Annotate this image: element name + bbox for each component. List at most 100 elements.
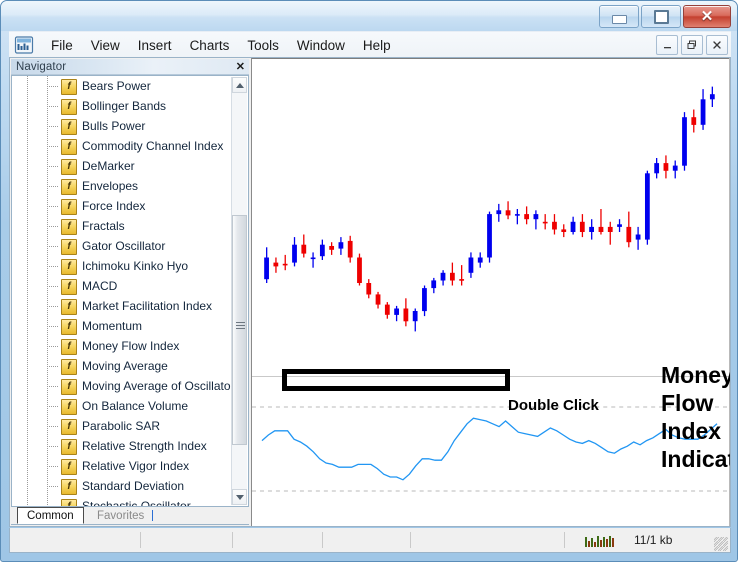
mdi-restore-button[interactable] [681,35,703,55]
nav-item-moving-average-of-oscillato[interactable]: f Moving Average of Oscillato [12,376,248,396]
tree-elbow-icon [47,426,59,427]
traffic-bar [603,537,605,547]
navigator-scrollbar[interactable] [231,77,247,505]
nav-item-bulls-power[interactable]: f Bulls Power [12,116,248,136]
annotation-indicator-title: Money Flow Index Indicator [661,361,730,473]
nav-item-envelopes[interactable]: f Envelopes [12,176,248,196]
nav-item-stochastic-oscillator[interactable]: f Stochastic Oscillator [12,496,248,506]
nav-item-money-flow-index[interactable]: f Money Flow Index [12,336,248,356]
nav-item-label: Market Facilitation Index [82,299,213,313]
window-maximize-button[interactable] [641,5,681,28]
fx-function-icon: f [61,119,77,135]
tab-favorites[interactable]: Favorites [87,507,154,524]
nav-item-moving-average[interactable]: f Moving Average [12,356,248,376]
nav-item-label: Money Flow Index [82,339,180,353]
resize-grip-icon[interactable] [714,537,728,551]
navigator-panel: Navigator ✕ f Bears Power f Bollinger Bands… [10,58,250,526]
nav-item-macd[interactable]: f MACD [12,276,248,296]
scrollbar-grip-icon [236,322,245,329]
menu-item-charts[interactable]: Charts [181,36,239,55]
menu-item-tools[interactable]: Tools [238,36,288,55]
nav-item-label: Relative Strength Index [82,439,207,453]
tree-elbow-icon [47,106,59,107]
nav-item-label: Bears Power [82,79,151,93]
nav-item-bollinger-bands[interactable]: f Bollinger Bands [12,96,248,116]
nav-item-label: MACD [82,279,118,293]
nav-item-label: Ichimoku Kinko Hyo [82,259,189,273]
annotation-title-line1: Money Flow Index [661,362,730,444]
tab-common[interactable]: Common [17,507,84,524]
fx-function-icon: f [61,219,77,235]
tree-elbow-icon [47,406,59,407]
status-separator [410,532,411,548]
fx-function-icon: f [61,179,77,195]
window-titlebar[interactable]: ✕ [1,1,737,31]
money-flow-index-pane[interactable] [252,377,730,525]
tree-elbow-icon [47,286,59,287]
nav-item-commodity-channel-index[interactable]: f Commodity Channel Index [12,136,248,156]
nav-item-label: Gator Oscillator [82,239,166,253]
traffic-bar [612,538,614,547]
nav-item-momentum[interactable]: f Momentum [12,316,248,336]
nav-item-label: Momentum [82,319,143,333]
nav-item-gator-oscillator[interactable]: f Gator Oscillator [12,236,248,256]
tree-elbow-icon [47,446,59,447]
navigator-tree-list[interactable]: f Bears Power f Bollinger Bands f Bulls Power… [11,75,249,507]
fx-function-icon: f [61,239,77,255]
fx-function-icon: f [61,159,77,175]
nav-item-force-index[interactable]: f Force Index [12,196,248,216]
chart-window[interactable]: Double Click Money Flow Index Indicator [251,58,730,526]
nav-item-label: Moving Average [82,359,168,373]
menu-item-file[interactable]: File [42,36,82,55]
fx-function-icon: f [61,199,77,215]
nav-item-relative-vigor-index[interactable]: f Relative Vigor Index [12,456,248,476]
nav-item-ichimoku-kinko-hyo[interactable]: f Ichimoku Kinko Hyo [12,256,248,276]
nav-item-demarker[interactable]: f DeMarker [12,156,248,176]
fx-function-icon: f [61,79,77,95]
scroll-up-arrow-icon[interactable] [232,77,247,93]
tree-elbow-icon [47,326,59,327]
scrollbar-thumb[interactable] [232,215,247,445]
nav-item-fractals[interactable]: f Fractals [12,216,248,236]
fx-function-icon: f [61,459,77,475]
nav-item-label: DeMarker [82,159,135,173]
menu-item-help[interactable]: Help [354,36,400,55]
minimize-icon [611,14,627,24]
menu-item-window[interactable]: Window [288,36,354,55]
fx-function-icon: f [61,99,77,115]
nav-item-bears-power[interactable]: f Bears Power [12,76,248,96]
fx-function-icon: f [61,439,77,455]
navigator-close-icon[interactable]: ✕ [236,60,245,73]
tree-elbow-icon [47,86,59,87]
fx-function-icon: f [61,379,77,395]
tree-elbow-icon [47,266,59,267]
window-minimize-button[interactable] [599,5,639,28]
nav-item-relative-strength-index[interactable]: f Relative Strength Index [12,436,248,456]
nav-item-parabolic-sar[interactable]: f Parabolic SAR [12,416,248,436]
scroll-down-arrow-icon[interactable] [232,489,247,505]
navigator-title: Navigator [16,60,67,73]
tree-elbow-icon [47,186,59,187]
maximize-icon [653,9,669,24]
mdi-close-button[interactable] [706,35,728,55]
traffic-bar [606,539,608,547]
selection-highlight-box [282,369,510,391]
window-close-button[interactable]: ✕ [683,5,731,28]
nav-item-on-balance-volume[interactable]: f On Balance Volume [12,396,248,416]
fx-function-icon: f [61,359,77,375]
nav-item-label: Relative Vigor Index [82,459,190,473]
tree-elbow-icon [47,306,59,307]
fx-function-icon: f [61,479,77,495]
nav-item-standard-deviation[interactable]: f Standard Deviation [12,476,248,496]
menu-item-insert[interactable]: Insert [129,36,181,55]
nav-item-label: Parabolic SAR [82,419,161,433]
tree-elbow-icon [47,386,59,387]
navigator-caption-bar[interactable]: Navigator ✕ [11,59,249,75]
price-candlestick-pane[interactable] [252,59,730,376]
nav-item-label: Envelopes [82,179,139,193]
mdi-minimize-button[interactable] [656,35,678,55]
tree-elbow-icon [47,346,59,347]
menu-item-view[interactable]: View [82,36,129,55]
status-bar: 11/1 kb [9,528,731,553]
nav-item-market-facilitation-index[interactable]: f Market Facilitation Index [12,296,248,316]
